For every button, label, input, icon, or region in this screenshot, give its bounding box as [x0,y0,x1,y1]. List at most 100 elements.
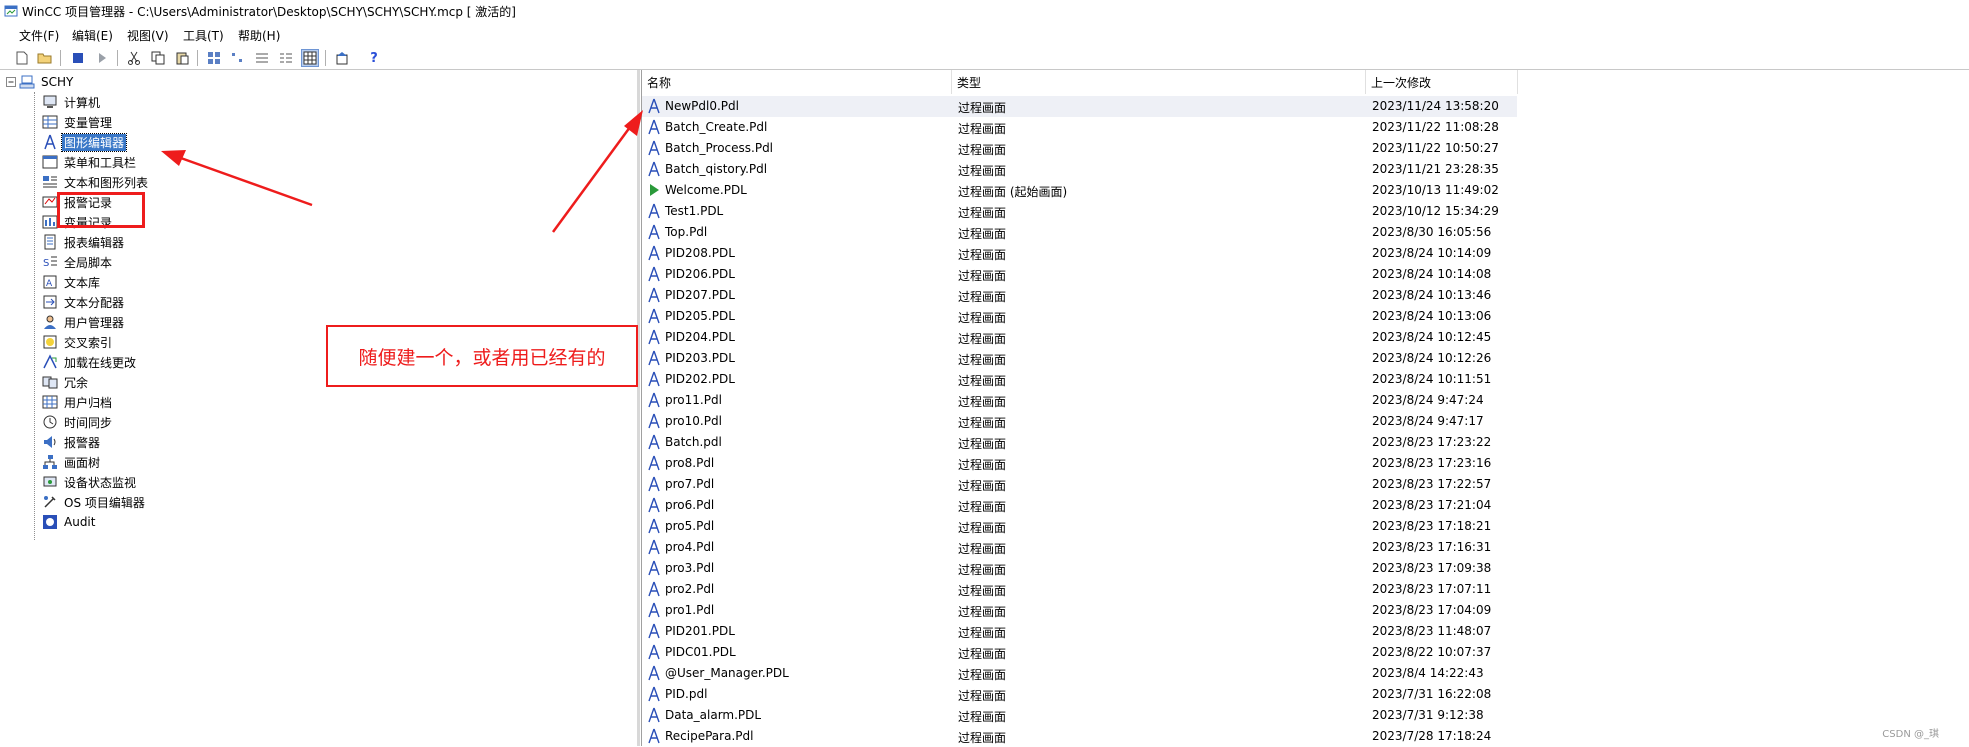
file-row[interactable]: PIDC01.PDL 过程画面 2023/8/22 10:07:37 [642,642,1517,663]
tree-item[interactable]: 用户管理器 [42,312,126,332]
file-modified: 2023/11/21 23:28:35 [1372,162,1499,176]
tree-item[interactable]: 时间同步 [42,412,114,432]
file-type: 过程画面 (起始画面) [958,185,1068,199]
tree-item[interactable]: 报警器 [42,432,102,452]
file-type: 过程画面 [958,122,1007,136]
file-row[interactable]: PID208.PDL 过程画面 2023/8/24 10:14:09 [642,243,1517,264]
tree-item[interactable]: 用户归档 [42,392,114,412]
tree-item[interactable]: 文本和图形列表 [42,172,150,192]
grid-view-icon[interactable] [301,49,319,67]
collapse-icon[interactable] [6,77,16,87]
tree-item[interactable]: 计算机 [42,92,102,112]
column-header-name[interactable]: 名称 [642,70,952,94]
menu-file[interactable]: 文件(F) [19,27,59,44]
tree-item[interactable]: 文本分配器 [42,292,126,312]
tree-item[interactable]: OS 项目编辑器 [42,492,147,512]
file-name-cell: PID202.PDL [647,371,735,387]
file-row[interactable]: NewPdl0.Pdl 过程画面 2023/11/24 13:58:20 [642,96,1517,117]
menu-help[interactable]: 帮助(H) [238,27,280,44]
file-row[interactable]: Test1.PDL 过程画面 2023/10/12 15:34:29 [642,201,1517,222]
file-row[interactable]: @User_Manager.PDL 过程画面 2023/8/4 14:22:43 [642,663,1517,684]
file-row[interactable]: pro1.Pdl 过程画面 2023/8/23 17:04:09 [642,600,1517,621]
file-row[interactable]: PID203.PDL 过程画面 2023/8/24 10:12:26 [642,348,1517,369]
file-row[interactable]: Data_alarm.PDL 过程画面 2023/7/31 9:12:38 [642,705,1517,726]
tree-item[interactable]: 变量管理 [42,112,114,132]
tree-item[interactable]: A 文本库 [42,272,102,292]
file-row[interactable]: PID201.PDL 过程画面 2023/8/23 11:48:07 [642,621,1517,642]
column-header-type[interactable]: 类型 [952,70,1366,94]
window-title: WinCC 项目管理器 - C:\Users\Administrator\Des… [22,5,516,19]
tree-item[interactable]: 报表编辑器 [42,232,126,252]
file-row[interactable]: pro2.Pdl 过程画面 2023/8/23 17:07:11 [642,579,1517,600]
tree-item-label: 交叉索引 [64,335,113,350]
file-name: Batch_qistory.Pdl [665,162,768,176]
file-row[interactable]: pro7.Pdl 过程画面 2023/8/23 17:22:57 [642,474,1517,495]
menu-edit[interactable]: 编辑(E) [72,27,113,44]
redundancy-icon [42,376,58,389]
open-folder-icon[interactable] [37,50,53,66]
tree-item-label: 加载在线更改 [64,355,137,370]
cut-icon[interactable] [126,50,142,66]
file-row[interactable]: Welcome.PDL 过程画面 (起始画面) 2023/10/13 11:49:0… [642,180,1517,201]
large-icons-icon[interactable] [206,50,222,66]
file-row[interactable]: Batch_Create.Pdl 过程画面 2023/11/22 11:08:28 [642,117,1517,138]
file-modified: 2023/8/4 14:22:43 [1372,666,1484,680]
details-view-icon[interactable] [278,50,294,66]
new-icon[interactable] [14,50,30,66]
project-icon [19,75,35,89]
file-modified: 2023/7/31 9:12:38 [1372,708,1484,722]
small-icons-icon[interactable] [230,50,246,66]
file-row[interactable]: pro11.Pdl 过程画面 2023/8/24 9:47:24 [642,390,1517,411]
picture-file-icon [648,350,660,366]
tree-item[interactable]: 图形编辑器 [42,132,128,152]
file-type: 过程画面 [958,311,1007,325]
file-type: 过程画面 [958,689,1007,703]
file-row[interactable]: Top.Pdl 过程画面 2023/8/30 16:05:56 [642,222,1517,243]
column-header-modified[interactable]: 上一次修改 [1366,70,1518,94]
file-name-cell: PIDC01.PDL [647,644,736,660]
tree-root[interactable]: SCHY [6,72,75,92]
help-icon[interactable]: ? [366,50,382,66]
properties-icon[interactable] [334,50,350,66]
stop-icon[interactable] [70,50,86,66]
file-row[interactable]: PID207.PDL 过程画面 2023/8/24 10:13:46 [642,285,1517,306]
file-row[interactable]: PID204.PDL 过程画面 2023/8/24 10:12:45 [642,327,1517,348]
tree-item[interactable]: Audit [42,512,97,532]
file-row[interactable]: PID.pdl 过程画面 2023/7/31 16:22:08 [642,684,1517,705]
file-row[interactable]: Batch_Process.Pdl 过程画面 2023/11/22 10:50:27 [642,138,1517,159]
file-modified: 2023/7/31 16:22:08 [1372,687,1492,701]
file-row[interactable]: pro5.Pdl 过程画面 2023/8/23 17:18:21 [642,516,1517,537]
file-row[interactable]: pro4.Pdl 过程画面 2023/8/23 17:16:31 [642,537,1517,558]
file-row[interactable]: RecipePara.Pdl 过程画面 2023/7/28 17:18:24 [642,726,1517,747]
file-row[interactable]: PID205.PDL 过程画面 2023/8/24 10:13:06 [642,306,1517,327]
copy-icon[interactable] [150,50,166,66]
file-row[interactable]: PID206.PDL 过程画面 2023/8/24 10:14:08 [642,264,1517,285]
file-row[interactable]: pro10.Pdl 过程画面 2023/8/24 9:47:17 [642,411,1517,432]
file-row[interactable]: pro8.Pdl 过程画面 2023/8/23 17:23:16 [642,453,1517,474]
play-icon[interactable] [94,50,110,66]
file-name: PID.pdl [665,687,708,701]
file-name-cell: pro3.Pdl [647,560,714,576]
menu-tools[interactable]: 工具(T) [183,27,224,44]
tree-item[interactable]: 冗余 [42,372,90,392]
menu-view[interactable]: 视图(V) [127,27,169,44]
file-row[interactable]: Batch.pdl 过程画面 2023/8/23 17:23:22 [642,432,1517,453]
paste-icon[interactable] [174,50,190,66]
file-row[interactable]: Batch_qistory.Pdl 过程画面 2023/11/21 23:28:35 [642,159,1517,180]
tree-item[interactable]: S 全局脚本 [42,252,114,272]
file-type: 过程画面 [958,143,1007,157]
tree-item[interactable]: 菜单和工具栏 [42,152,138,172]
file-type: 过程画面 [958,668,1007,682]
tree-item[interactable]: 交叉索引 [42,332,114,352]
file-row[interactable]: pro3.Pdl 过程画面 2023/8/23 17:09:38 [642,558,1517,579]
picture-file-icon [648,602,660,618]
tree-item[interactable]: 画面树 [42,452,102,472]
tree-item[interactable]: 设备状态监视 [42,472,138,492]
file-row[interactable]: pro6.Pdl 过程画面 2023/8/23 17:21:04 [642,495,1517,516]
tree-item[interactable]: 加载在线更改 [42,352,138,372]
list-view-icon[interactable] [254,50,270,66]
file-row[interactable]: PID202.PDL 过程画面 2023/8/24 10:11:51 [642,369,1517,390]
file-name-cell: Batch_qistory.Pdl [647,161,767,177]
file-name-cell: PID206.PDL [647,266,735,282]
file-name-cell: Test1.PDL [647,203,723,219]
